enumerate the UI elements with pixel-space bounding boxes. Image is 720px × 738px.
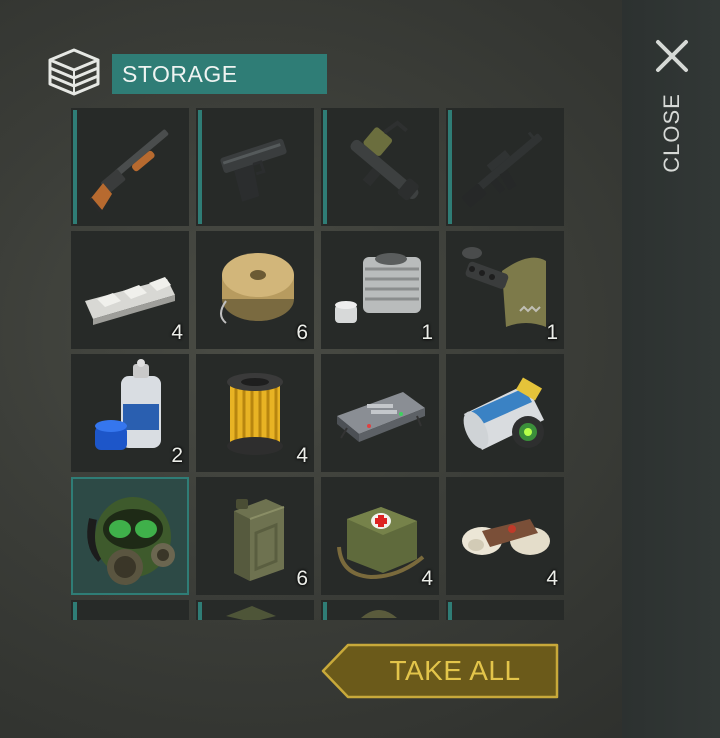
item-slot-shotgun[interactable] [71, 108, 189, 226]
assault-rifle-icon [462, 131, 543, 208]
item-slot-magazines[interactable] [446, 354, 564, 472]
close-x-icon[interactable] [654, 38, 690, 74]
item-quantity: 4 [171, 321, 183, 344]
item-quantity: 4 [296, 444, 308, 467]
take-all-label: TAKE ALL [389, 655, 521, 686]
item-slot-assault-rifle[interactable] [446, 108, 564, 226]
item-slot-partial[interactable] [196, 600, 314, 620]
item-slot-grenade-launcher[interactable] [321, 108, 439, 226]
item-slot-first-aid-bag[interactable]: 4 [321, 477, 439, 595]
item-slot-spray-paint[interactable]: 2 [71, 354, 189, 472]
item-quantity: 6 [296, 567, 308, 590]
item-slot-wire-spool[interactable]: 6 [196, 231, 314, 349]
close-button[interactable]: CLOSE [659, 93, 685, 173]
partial-item-icon [226, 606, 276, 620]
item-quantity: 1 [546, 321, 558, 344]
item-slot-filter-cartridge[interactable]: 4 [196, 354, 314, 472]
storage-grid-viewport[interactable]: 4 6 1 1 2 4 6 4 4 [71, 108, 565, 620]
gas-mask-icon [87, 497, 175, 585]
partial-item-icon [361, 610, 397, 618]
item-slot-circuit-board[interactable] [321, 354, 439, 472]
pistol-icon [220, 138, 287, 202]
item-quantity: 4 [546, 567, 558, 590]
item-quantity: 6 [296, 321, 308, 344]
circuit-board-icon [337, 392, 425, 442]
item-slot-engine-cylinder[interactable]: 1 [321, 231, 439, 349]
partial-item-icon [446, 600, 564, 620]
shotgun-icon [88, 129, 169, 213]
item-slot-bandage[interactable]: 4 [446, 477, 564, 595]
item-slot-pistol[interactable] [196, 108, 314, 226]
item-slot-partial[interactable] [321, 600, 439, 620]
item-quantity: 1 [421, 321, 433, 344]
item-slot-metal-ingot[interactable]: 4 [71, 231, 189, 349]
storage-title: STORAGE [112, 54, 327, 94]
storage-grid: 4 6 1 1 2 4 6 4 4 [71, 108, 565, 620]
partial-item-icon [71, 600, 189, 620]
item-slot-jerry-can[interactable]: 6 [196, 477, 314, 595]
item-slot-gun-parts[interactable]: 1 [446, 231, 564, 349]
item-slot-gas-mask[interactable] [71, 477, 189, 595]
item-slot-partial[interactable] [71, 600, 189, 620]
item-quantity: 2 [171, 444, 183, 467]
take-all-button[interactable]: TAKE ALL [320, 643, 560, 699]
item-quantity: 4 [421, 567, 433, 590]
storage-crate-icon [48, 48, 100, 96]
grenade-launcher-icon [350, 120, 419, 201]
item-slot-partial[interactable] [446, 600, 564, 620]
magazines-icon [463, 377, 544, 450]
